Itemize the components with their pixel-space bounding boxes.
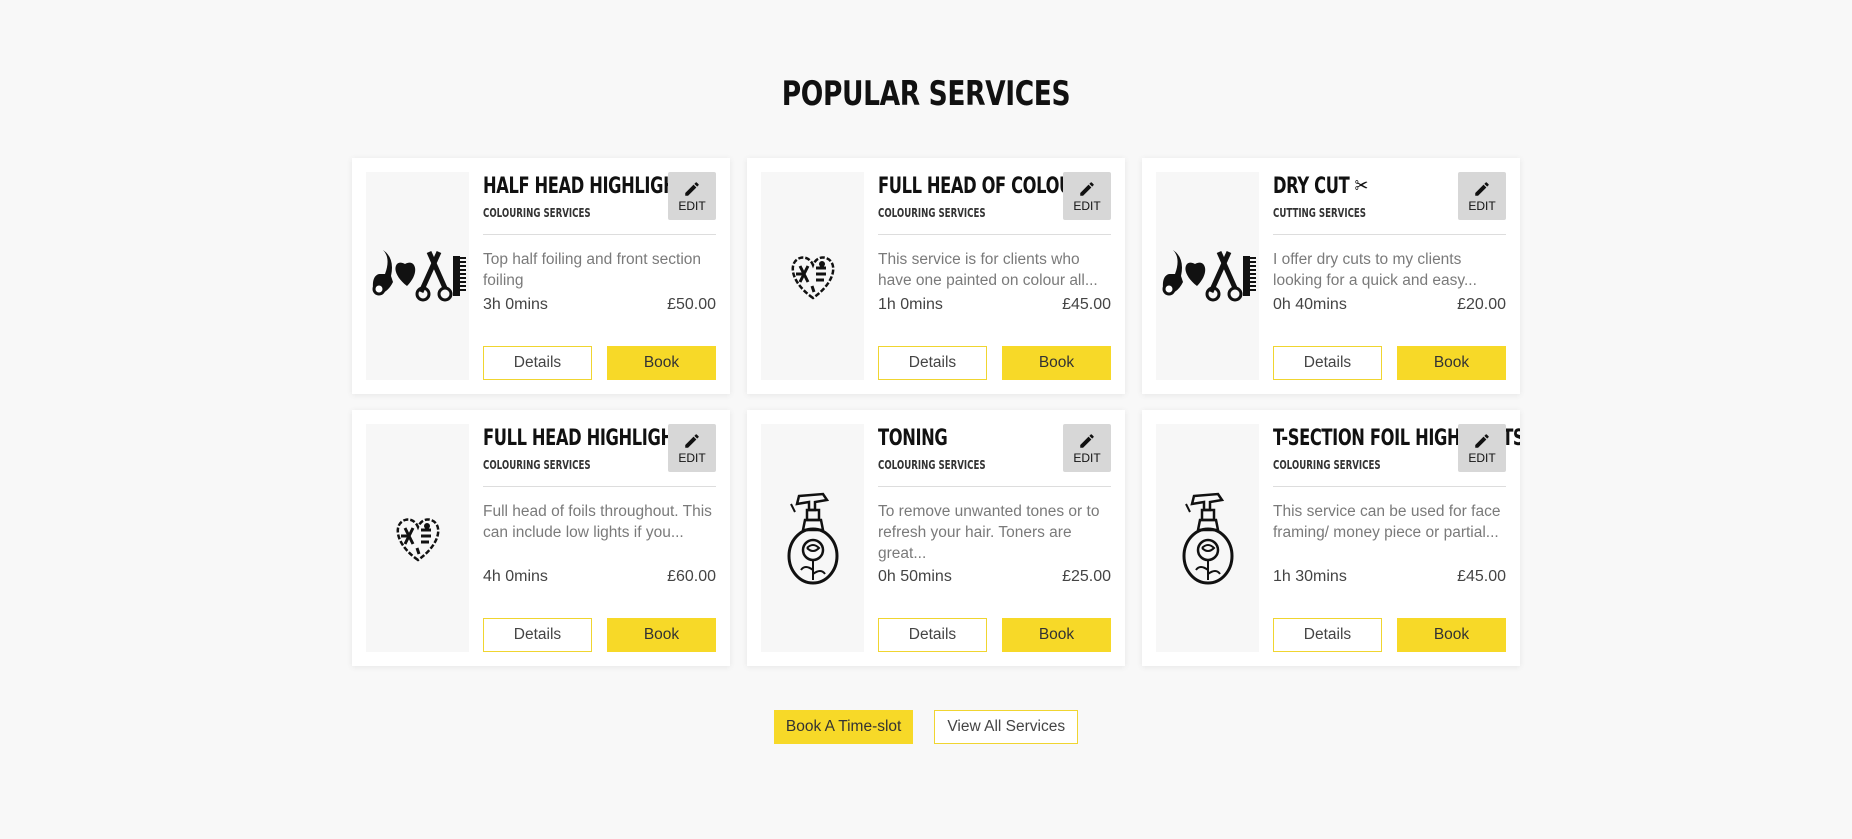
service-category: COLOURING SERVICES <box>483 206 591 220</box>
heart-tools-icon <box>396 518 439 562</box>
service-card: HALF HEAD HIGHLIGHT COLOURING SERVICES E… <box>352 158 730 394</box>
details-button[interactable]: Details <box>878 346 987 380</box>
service-image <box>761 172 864 380</box>
section-title: POPULAR SERVICES <box>781 74 1071 114</box>
service-price: £60.00 <box>667 568 716 585</box>
spray-bottle-rose-icon <box>787 492 838 585</box>
details-button[interactable]: Details <box>1273 618 1382 652</box>
edit-button[interactable]: EDIT <box>668 172 716 220</box>
service-card: FULL HEAD OF COLOUR COLOURING SERVICES E… <box>747 158 1125 394</box>
pencil-icon <box>1080 433 1094 448</box>
edit-label: EDIT <box>1468 450 1496 465</box>
book-button[interactable]: Book <box>1397 618 1506 652</box>
details-button[interactable]: Details <box>483 346 592 380</box>
details-button[interactable]: Details <box>1273 346 1382 380</box>
pencil-icon <box>685 181 699 196</box>
service-image <box>366 424 469 652</box>
pencil-icon <box>1475 181 1489 196</box>
book-button[interactable]: Book <box>1002 346 1111 380</box>
service-price: £45.00 <box>1457 568 1506 585</box>
service-category: COLOURING SERVICES <box>878 458 986 472</box>
service-price: £25.00 <box>1062 568 1111 585</box>
service-price: £50.00 <box>667 296 716 313</box>
services-grid: HALF HEAD HIGHLIGHT COLOURING SERVICES E… <box>352 158 1520 666</box>
service-image <box>761 424 864 652</box>
view-all-services-button[interactable]: View All Services <box>934 710 1079 744</box>
edit-button[interactable]: EDIT <box>1063 172 1111 220</box>
edit-label: EDIT <box>1073 198 1101 213</box>
edit-button[interactable]: EDIT <box>1458 424 1506 472</box>
service-category: COLOURING SERVICES <box>1273 458 1381 472</box>
service-duration: 4h 0mins <box>483 568 548 585</box>
service-title: HALF HEAD HIGHLIGHT <box>483 174 688 199</box>
book-button[interactable]: Book <box>607 618 716 652</box>
service-duration: 3h 0mins <box>483 296 548 313</box>
edit-button[interactable]: EDIT <box>1458 172 1506 220</box>
heart-tools-icon <box>791 256 834 300</box>
spray-bottle-rose-icon <box>1182 492 1233 585</box>
service-description: I offer dry cuts to my clients looking f… <box>1273 251 1477 289</box>
details-button[interactable]: Details <box>878 618 987 652</box>
edit-label: EDIT <box>1073 450 1101 465</box>
popular-services-section: POPULAR SERVICES HALF HEAD HIGHLIGHT COL… <box>0 0 1852 839</box>
pencil-icon <box>685 433 699 448</box>
service-card: FULL HEAD HIGHLIGHTS COLOURING SERVICES … <box>352 410 730 666</box>
book-button[interactable]: Book <box>1002 618 1111 652</box>
service-description: Top half foiling and front section foili… <box>483 251 701 289</box>
edit-label: EDIT <box>678 198 706 213</box>
service-description: This service is for clients who have one… <box>878 251 1098 289</box>
service-category: CUTTING SERVICES <box>1273 206 1367 220</box>
service-title: FULL HEAD HIGHLIGHTS <box>483 426 696 451</box>
service-card: TONING COLOURING SERVICES EDIT To remove… <box>747 410 1125 666</box>
service-image <box>1156 424 1259 652</box>
love-hairdressing-tools-icon <box>372 250 466 302</box>
service-image <box>1156 172 1259 380</box>
service-description: Full head of foils throughout. This can … <box>483 503 712 541</box>
service-card: T-SECTION FOIL HIGHLIGHTS COLOURING SERV… <box>1142 410 1520 666</box>
edit-button[interactable]: EDIT <box>668 424 716 472</box>
service-description: This service can be used for face framin… <box>1273 503 1501 541</box>
service-duration: 1h 0mins <box>878 296 943 313</box>
pencil-icon <box>1475 433 1489 448</box>
book-timeslot-button[interactable]: Book A Time-slot <box>773 710 914 744</box>
edit-label: EDIT <box>678 450 706 465</box>
edit-button[interactable]: EDIT <box>1063 424 1111 472</box>
pencil-icon <box>1080 181 1094 196</box>
service-image <box>366 172 469 380</box>
edit-label: EDIT <box>1468 198 1496 213</box>
service-title: TONING <box>878 426 948 451</box>
service-duration: 1h 30mins <box>1273 568 1347 585</box>
service-duration: 0h 40mins <box>1273 296 1347 313</box>
service-price: £20.00 <box>1457 296 1506 313</box>
service-category: COLOURING SERVICES <box>483 458 591 472</box>
footer-actions: Book A Time-slot View All Services <box>0 710 1852 744</box>
book-button[interactable]: Book <box>607 346 716 380</box>
details-button[interactable]: Details <box>483 618 592 652</box>
love-hairdressing-tools-icon <box>1162 250 1256 302</box>
service-card: DRY CUT ✂ CUTTING SERVICES EDIT I offer … <box>1142 158 1520 394</box>
service-title: DRY CUT ✂ <box>1273 174 1368 199</box>
service-duration: 0h 50mins <box>878 568 952 585</box>
service-category: COLOURING SERVICES <box>878 206 986 220</box>
service-price: £45.00 <box>1062 296 1111 313</box>
book-button[interactable]: Book <box>1397 346 1506 380</box>
service-description: To remove unwanted tones or to refresh y… <box>878 503 1100 562</box>
service-title: FULL HEAD OF COLOUR <box>878 174 1085 199</box>
